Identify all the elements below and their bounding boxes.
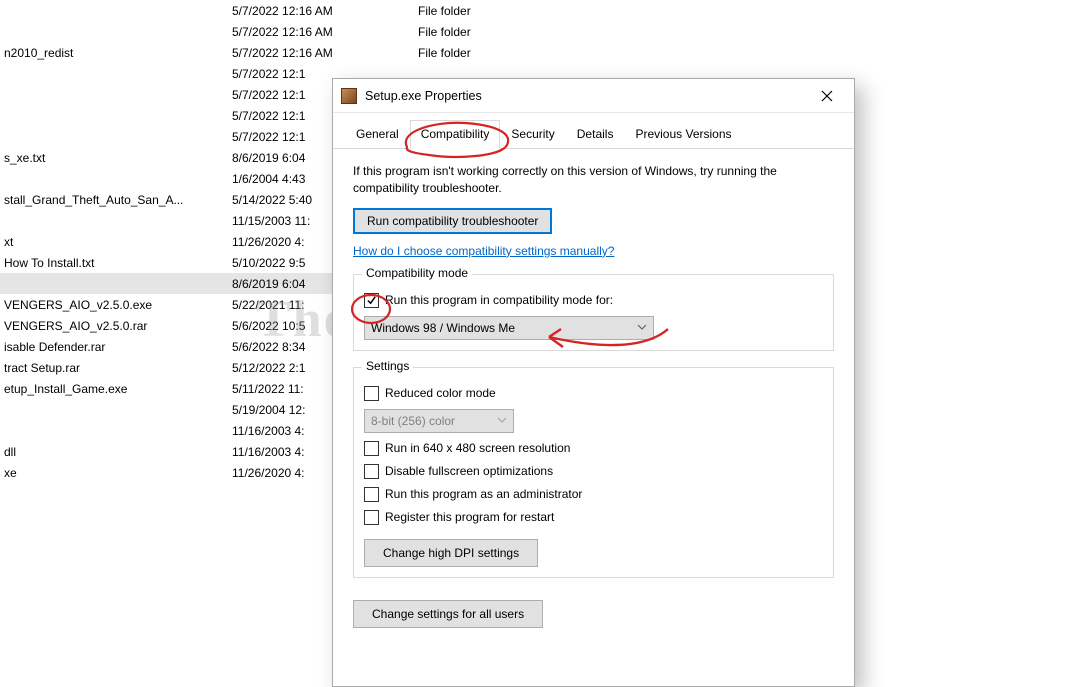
- titlebar[interactable]: Setup.exe Properties: [333, 79, 854, 113]
- reduced-color-value: 8-bit (256) color: [371, 414, 455, 428]
- compat-mode-value: Windows 98 / Windows Me: [371, 321, 515, 335]
- run-as-admin-label: Run this program as an administrator: [385, 487, 582, 501]
- tab-compatibility[interactable]: Compatibility: [410, 120, 501, 149]
- register-restart-checkbox[interactable]: [364, 510, 379, 525]
- manual-settings-link[interactable]: How do I choose compatibility settings m…: [353, 244, 614, 258]
- file-name-cell: s_xe.txt: [4, 151, 232, 165]
- close-button[interactable]: [804, 81, 850, 111]
- file-name-cell: xt: [4, 235, 232, 249]
- file-type-cell: File folder: [418, 25, 568, 39]
- compat-group-caption: Compatibility mode: [362, 266, 472, 280]
- file-name-cell: stall_Grand_Theft_Auto_San_A...: [4, 193, 232, 207]
- compat-mode-checkbox-label: Run this program in compatibility mode f…: [385, 293, 613, 307]
- properties-dialog: Setup.exe Properties GeneralCompatibilit…: [332, 78, 855, 687]
- file-date-cell: 5/7/2022 12:16 AM: [232, 4, 418, 18]
- disable-fullscreen-label: Disable fullscreen optimizations: [385, 464, 553, 478]
- file-date-cell: 5/7/2022 12:16 AM: [232, 25, 418, 39]
- compat-mode-checkbox[interactable]: [364, 293, 379, 308]
- file-name-cell: xe: [4, 466, 232, 480]
- chevron-down-icon: [497, 415, 507, 426]
- file-row[interactable]: 5/7/2022 12:16 AMFile folder: [0, 21, 700, 42]
- tab-previous-versions[interactable]: Previous Versions: [624, 120, 742, 149]
- file-name-cell: etup_Install_Game.exe: [4, 382, 232, 396]
- dialog-title: Setup.exe Properties: [365, 89, 804, 103]
- run-640x480-label: Run in 640 x 480 screen resolution: [385, 441, 570, 455]
- compatibility-mode-group: Compatibility mode Run this program in c…: [353, 274, 834, 351]
- file-name-cell: dll: [4, 445, 232, 459]
- file-name-cell: tract Setup.rar: [4, 361, 232, 375]
- tab-strip: GeneralCompatibilitySecurityDetailsPrevi…: [333, 113, 854, 149]
- reduced-color-label: Reduced color mode: [385, 386, 496, 400]
- file-row[interactable]: n2010_redist5/7/2022 12:16 AMFile folder: [0, 42, 700, 63]
- file-name-cell: isable Defender.rar: [4, 340, 232, 354]
- disable-fullscreen-checkbox[interactable]: [364, 464, 379, 479]
- change-all-users-button[interactable]: Change settings for all users: [353, 600, 543, 628]
- settings-group-caption: Settings: [362, 359, 413, 373]
- chevron-down-icon: [637, 322, 647, 333]
- file-name-cell: How To Install.txt: [4, 256, 232, 270]
- tab-content-compatibility: If this program isn't working correctly …: [333, 149, 854, 642]
- tab-security[interactable]: Security: [500, 120, 565, 149]
- change-high-dpi-button[interactable]: Change high DPI settings: [364, 539, 538, 567]
- app-icon: [341, 88, 357, 104]
- file-type-cell: File folder: [418, 46, 568, 60]
- tab-general[interactable]: General: [345, 120, 410, 149]
- run-as-admin-checkbox[interactable]: [364, 487, 379, 502]
- settings-group: Settings Reduced color mode 8-bit (256) …: [353, 367, 834, 578]
- close-icon: [821, 90, 833, 102]
- register-restart-label: Register this program for restart: [385, 510, 554, 524]
- reduced-color-checkbox[interactable]: [364, 386, 379, 401]
- file-name-cell: n2010_redist: [4, 46, 232, 60]
- compat-mode-select[interactable]: Windows 98 / Windows Me: [364, 316, 654, 340]
- file-name-cell: VENGERS_AIO_v2.5.0.exe: [4, 298, 232, 312]
- run-640x480-checkbox[interactable]: [364, 441, 379, 456]
- reduced-color-select: 8-bit (256) color: [364, 409, 514, 433]
- file-row[interactable]: 5/7/2022 12:16 AMFile folder: [0, 0, 700, 21]
- file-date-cell: 5/7/2022 12:16 AM: [232, 46, 418, 60]
- file-name-cell: VENGERS_AIO_v2.5.0.rar: [4, 319, 232, 333]
- file-type-cell: File folder: [418, 4, 568, 18]
- tab-details[interactable]: Details: [566, 120, 625, 149]
- info-text: If this program isn't working correctly …: [353, 163, 834, 198]
- run-troubleshooter-button[interactable]: Run compatibility troubleshooter: [353, 208, 552, 234]
